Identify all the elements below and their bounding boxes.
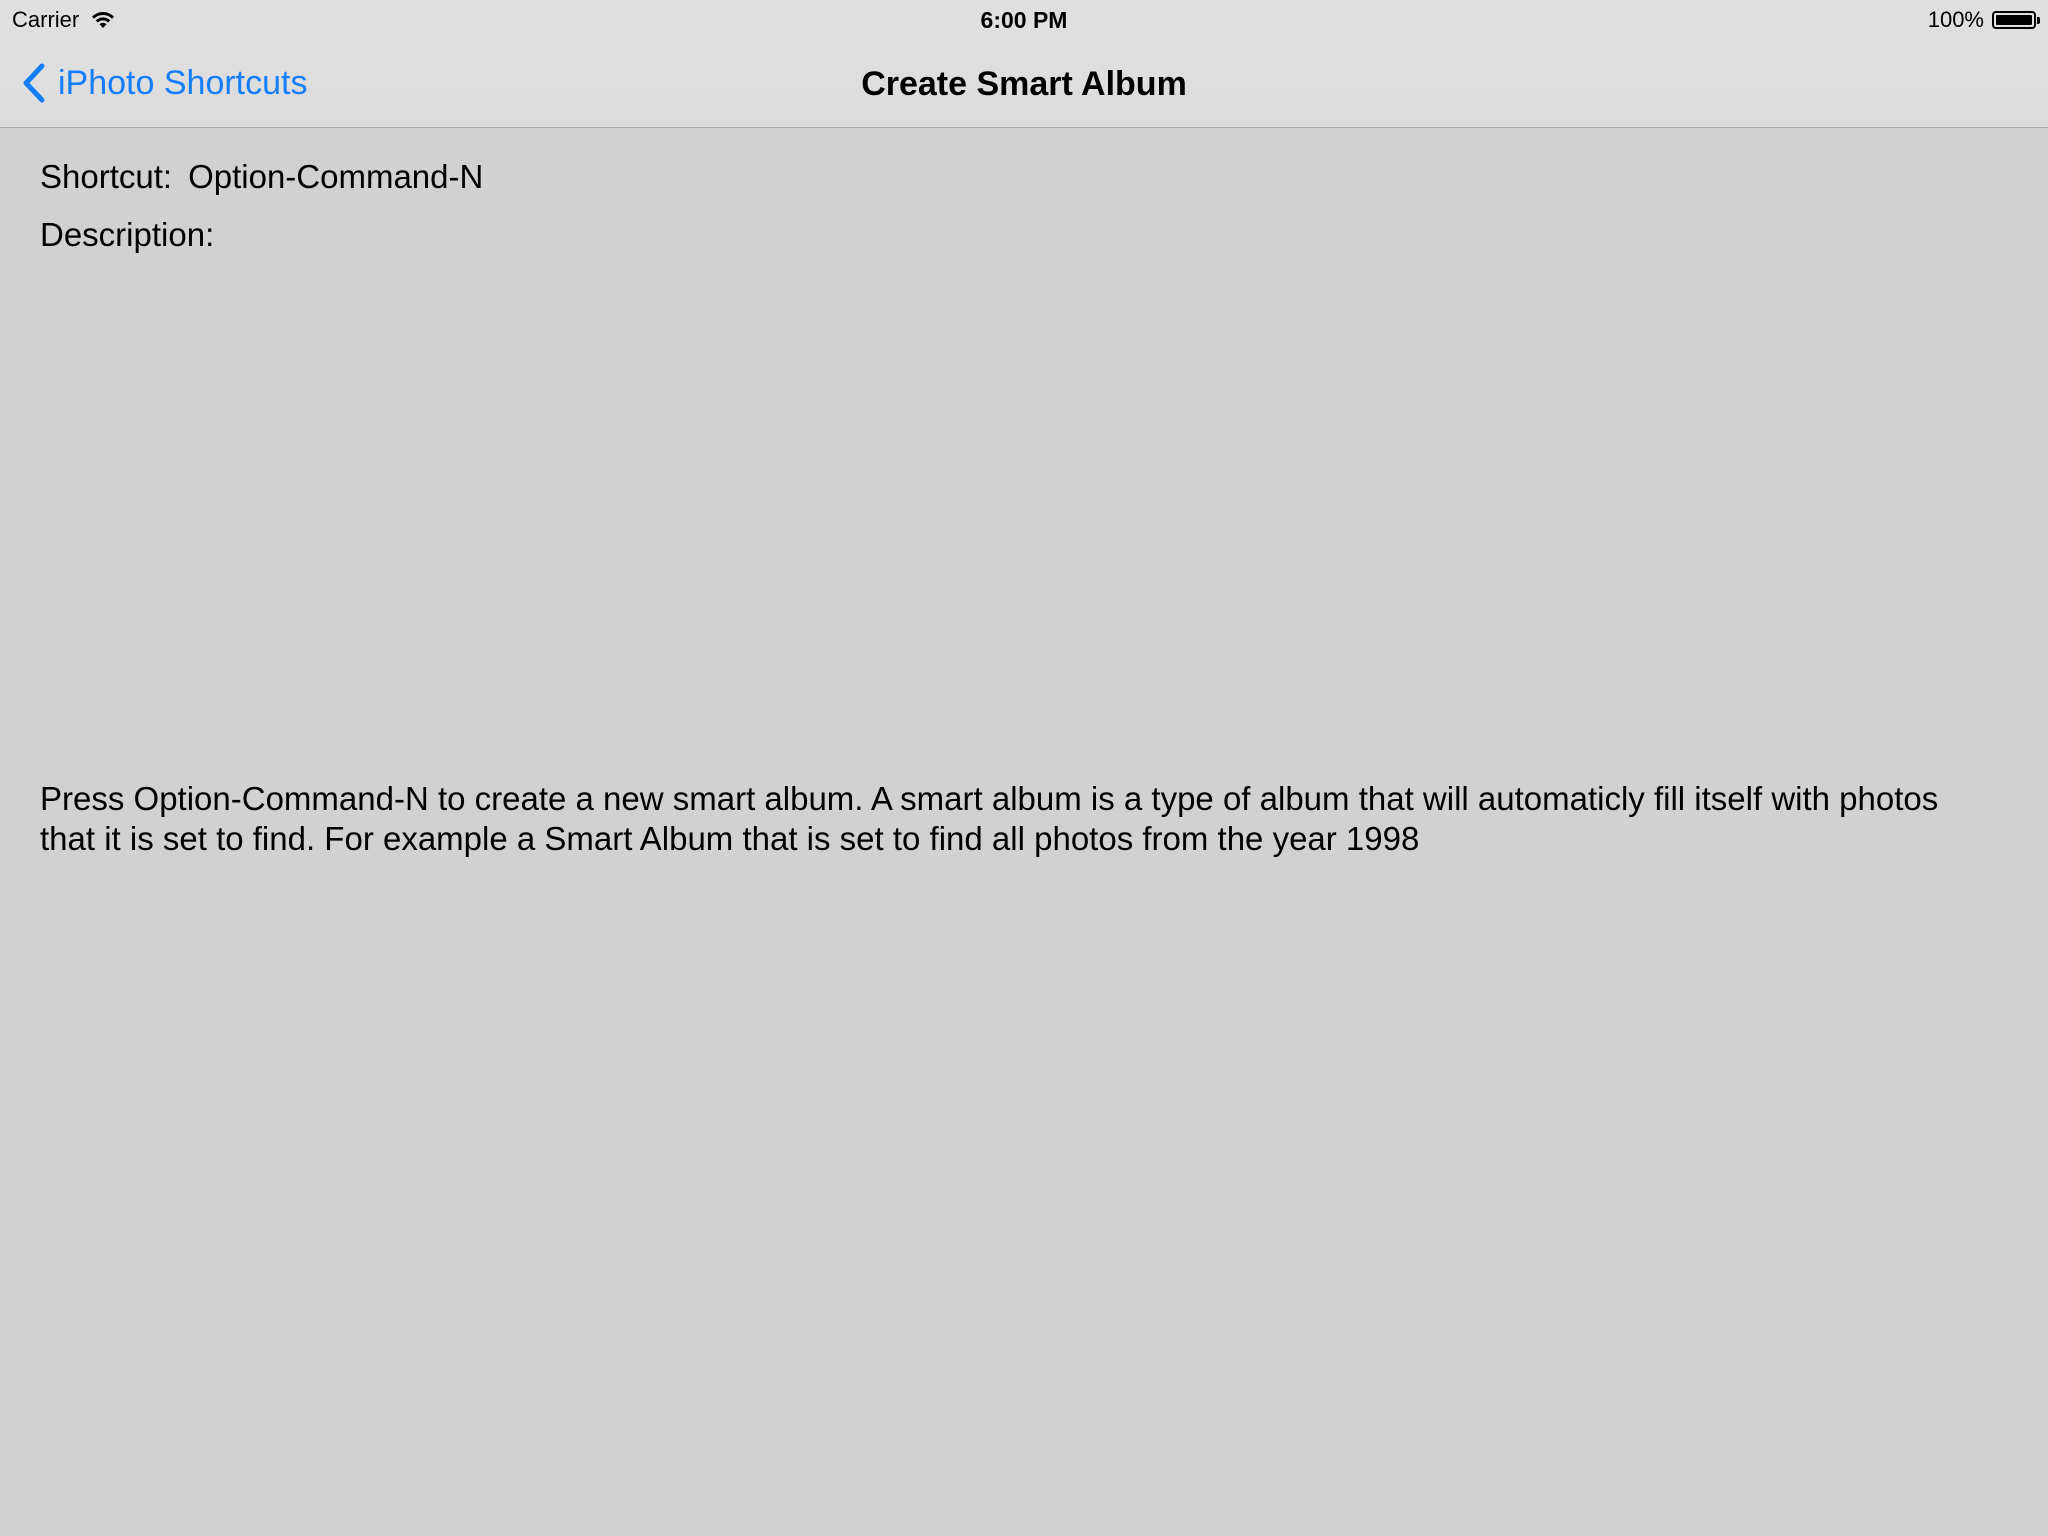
shortcut-value: Option-Command-N: [188, 158, 484, 195]
description-label: Description:: [40, 216, 215, 253]
shortcut-label: Shortcut:: [40, 158, 173, 195]
status-bar: Carrier 6:00 PM 100%: [0, 0, 2048, 40]
navigation-bar: iPhoto Shortcuts Create Smart Album: [0, 40, 2048, 128]
battery-percent: 100%: [1927, 7, 1984, 32]
shortcut-row: Shortcut: Option-Command-N: [40, 156, 2008, 198]
description-text: Press Option-Command-N to create a new s…: [40, 780, 1939, 857]
status-time: 6:00 PM: [980, 7, 1068, 33]
page-title: Create Smart Album: [861, 65, 1187, 103]
detail-content: Shortcut: Option-Command-N Description:: [40, 156, 2008, 256]
battery-group: 100%: [1927, 7, 2040, 33]
battery-level-fill: [1996, 15, 2032, 25]
battery-icon: [1992, 11, 2040, 29]
